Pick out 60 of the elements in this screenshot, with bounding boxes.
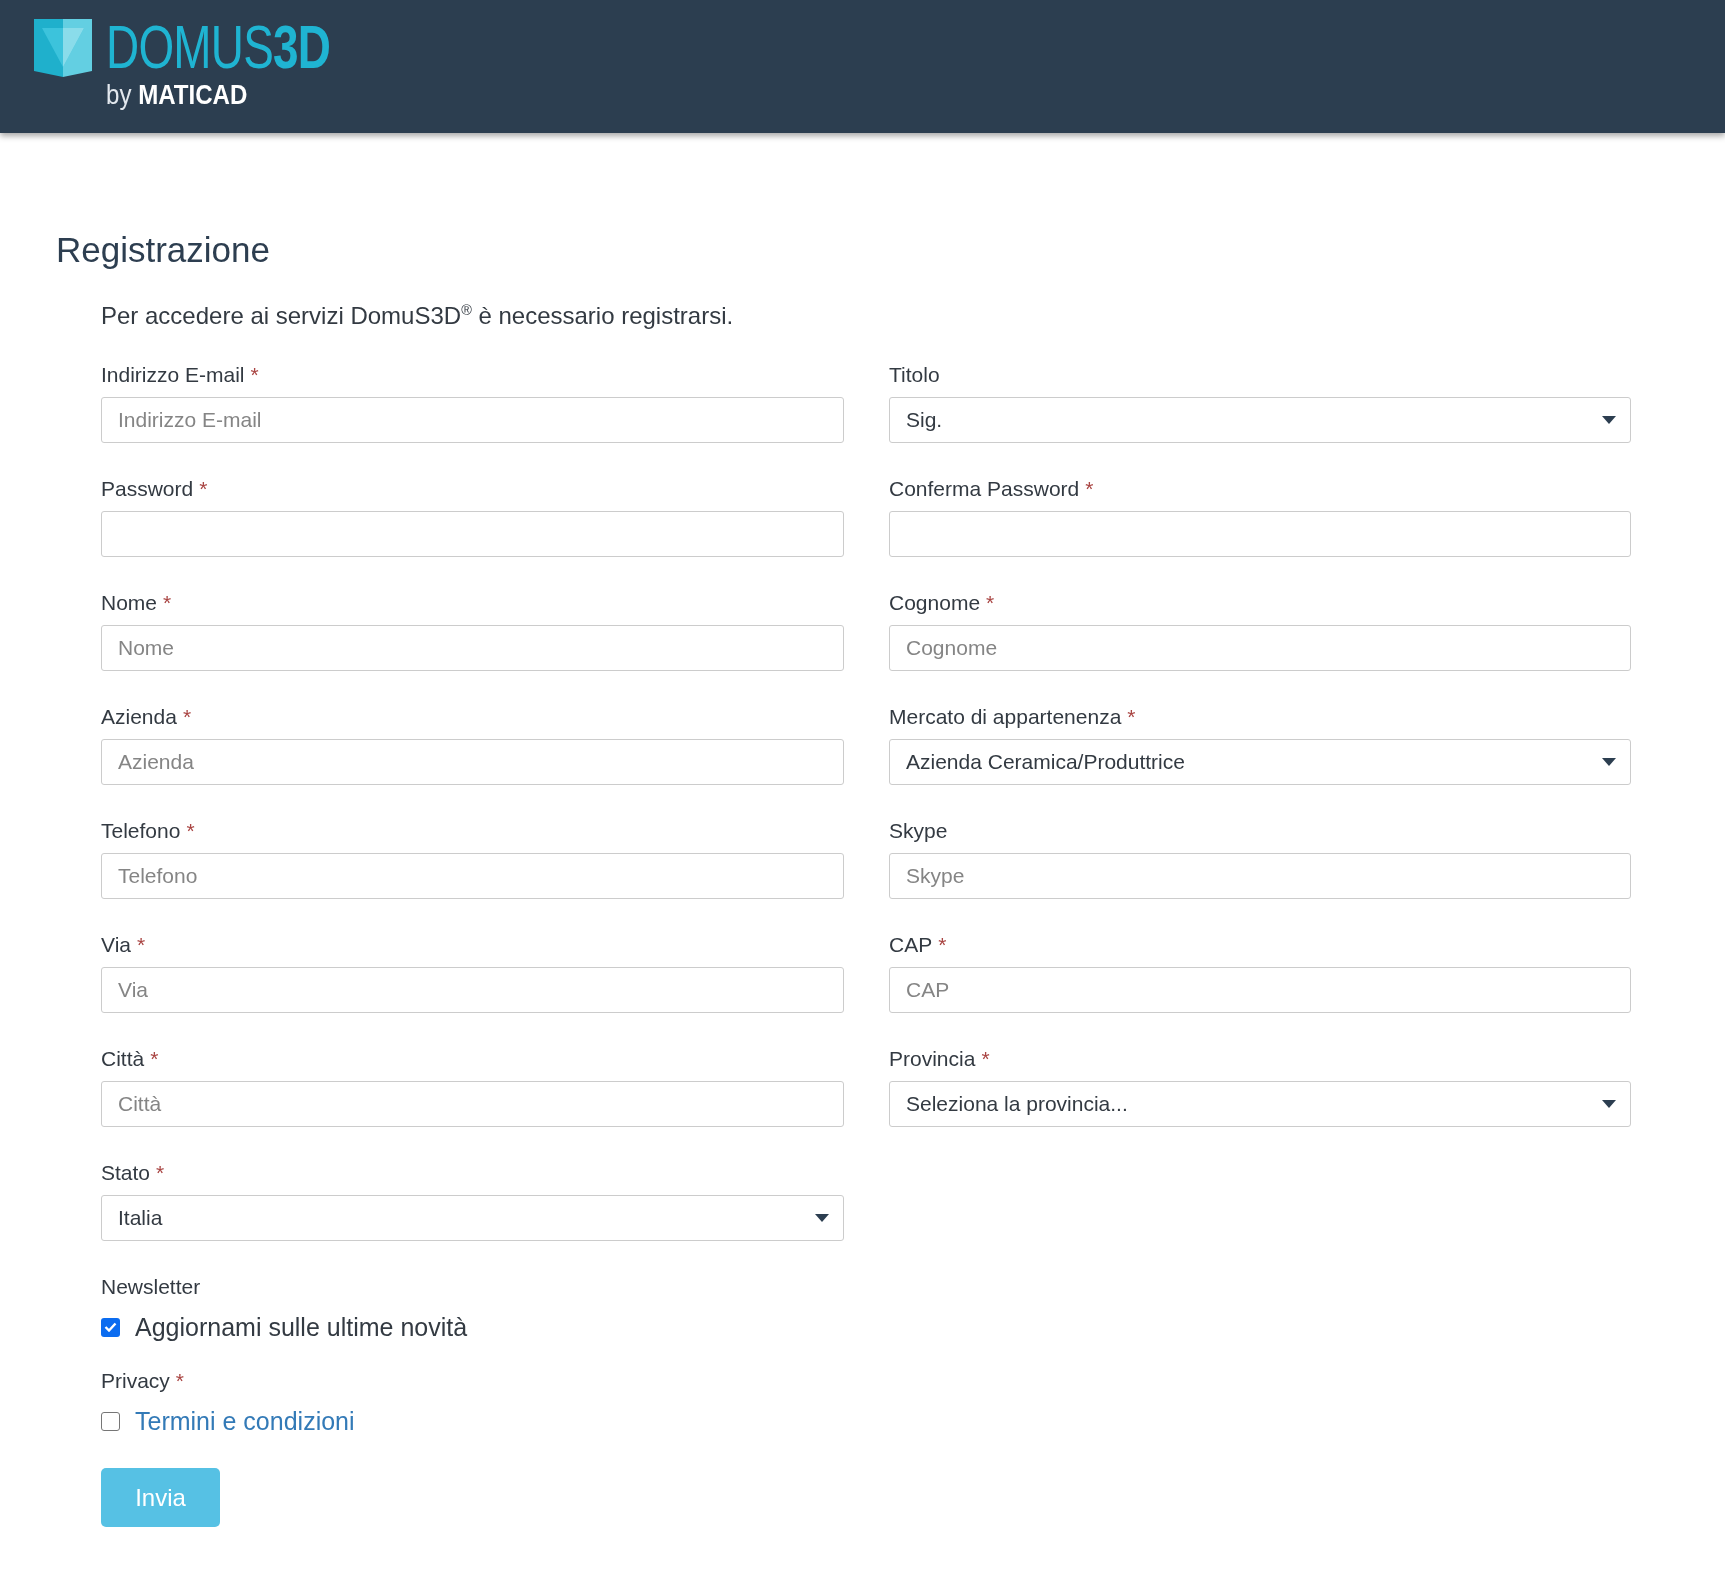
checkmark-icon — [104, 1322, 117, 1332]
field-label: Titolo — [889, 362, 940, 388]
password-input[interactable] — [101, 511, 844, 557]
field-label: Password — [101, 476, 194, 502]
checkbox[interactable] — [101, 1411, 120, 1431]
select-dropdown[interactable]: Sig. — [889, 397, 1631, 443]
required-asterisk: * — [156, 1160, 165, 1186]
field-label: Azienda — [101, 704, 177, 730]
checkbox-label: Aggiornami sulle ultime novità — [135, 1312, 468, 1343]
field-label: Telefono — [101, 818, 181, 844]
field-label: Mercato di appartenenza — [889, 704, 1122, 730]
text-input[interactable]: Indirizzo E-mail — [101, 397, 844, 443]
cube-logo-icon — [34, 19, 92, 77]
checkbox[interactable] — [101, 1317, 120, 1337]
field-label: Privacy — [101, 1368, 170, 1394]
field-label: Cognome — [889, 590, 981, 616]
required-asterisk: * — [250, 362, 259, 388]
caret-down-icon — [1602, 416, 1616, 424]
required-asterisk: * — [199, 476, 208, 502]
required-asterisk: * — [186, 818, 195, 844]
field-label: Conferma Password — [889, 476, 1080, 502]
text-input[interactable]: CAP — [889, 967, 1631, 1013]
select-dropdown[interactable]: Seleziona la provincia... — [889, 1081, 1631, 1127]
field-label: CAP — [889, 932, 933, 958]
text-input[interactable]: Telefono — [101, 853, 844, 899]
text-input[interactable]: Città — [101, 1081, 844, 1127]
field-label: Indirizzo E-mail — [101, 362, 245, 388]
required-asterisk: * — [137, 932, 146, 958]
logo-wordmark: DOMUS3D — [106, 19, 331, 75]
intro-text: Per accedere ai servizi DomuS3D$^{®}$ è necessario registrarsi. — [101, 301, 735, 331]
text-input[interactable]: Skype — [889, 853, 1631, 899]
caret-down-icon — [1602, 1100, 1616, 1108]
required-asterisk: * — [1085, 476, 1094, 502]
logo-tagline: by MATICAD — [106, 79, 248, 111]
required-asterisk: * — [986, 590, 995, 616]
password-input[interactable] — [889, 511, 1631, 557]
select-dropdown[interactable]: Italia — [101, 1195, 844, 1241]
required-asterisk: * — [981, 1046, 990, 1072]
field-label: Provincia — [889, 1046, 976, 1072]
field-label: Via — [101, 932, 131, 958]
required-asterisk: * — [175, 1368, 185, 1394]
required-asterisk: * — [163, 590, 172, 616]
required-asterisk: * — [150, 1046, 159, 1072]
text-input[interactable]: Via — [101, 967, 844, 1013]
select-dropdown[interactable]: Azienda Ceramica/Produttrice — [889, 739, 1631, 785]
required-asterisk: * — [938, 932, 947, 958]
text-input[interactable]: Nome — [101, 625, 844, 671]
terms-link[interactable]: Termini e condizioni — [135, 1405, 355, 1437]
field-label: Stato — [101, 1160, 151, 1186]
page-title: Registrazione — [56, 229, 271, 271]
field-label: Newsletter — [101, 1274, 201, 1300]
caret-down-icon — [815, 1214, 829, 1222]
text-input[interactable]: Cognome — [889, 625, 1631, 671]
required-asterisk: * — [1127, 704, 1136, 730]
field-label: Skype — [889, 818, 948, 844]
required-asterisk: * — [182, 704, 192, 730]
caret-down-icon — [1602, 758, 1616, 766]
text-input[interactable]: Azienda — [101, 739, 844, 785]
field-label: Città — [101, 1046, 145, 1072]
field-label: Nome — [101, 590, 158, 616]
